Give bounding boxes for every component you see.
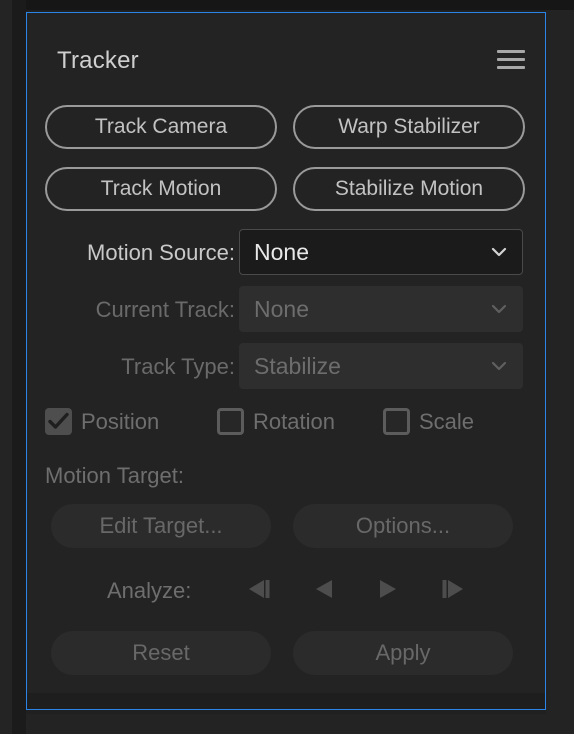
right-strip (546, 10, 574, 714)
track-camera-button[interactable]: Track Camera (45, 105, 277, 149)
checkbox-scale-label: Scale (419, 408, 475, 434)
track-type-label: Track Type: (121, 354, 235, 379)
motion-source-label: Motion Source: (87, 240, 235, 265)
play-forward-icon[interactable] (371, 574, 407, 604)
checkbox-rotation-label: Rotation (253, 408, 335, 434)
track-type-value: Stabilize (254, 352, 341, 379)
empty-checkbox-icon (383, 408, 410, 435)
track-properties-row: Position Rotation Scale (27, 408, 545, 440)
reset-button: Reset (51, 631, 271, 675)
left-gutter (12, 0, 26, 734)
motion-source-value: None (254, 238, 309, 265)
panel-header: Tracker (27, 13, 545, 91)
chevron-down-icon (490, 243, 508, 261)
panel-bottom-shade (27, 693, 545, 709)
track-type-select: Stabilize (239, 343, 523, 389)
stabilize-motion-button[interactable]: Stabilize Motion (293, 167, 525, 211)
checkbox-rotation[interactable]: Rotation (217, 408, 335, 435)
checkbox-position[interactable]: Position (45, 408, 159, 435)
top-strip (26, 0, 574, 10)
edit-target-button: Edit Target... (51, 504, 271, 548)
empty-checkbox-icon (217, 408, 244, 435)
current-track-value: None (254, 295, 309, 322)
checkbox-scale[interactable]: Scale (383, 408, 474, 435)
chevron-down-icon (490, 357, 508, 375)
analyze-label: Analyze: (107, 578, 192, 603)
chevron-down-icon (490, 300, 508, 318)
checkmark-icon (45, 408, 72, 435)
step-forward-icon[interactable] (437, 574, 473, 604)
current-track-select: None (239, 286, 523, 332)
bottom-strip (26, 714, 574, 734)
hamburger-menu-icon[interactable] (495, 47, 527, 73)
track-motion-button[interactable]: Track Motion (45, 167, 277, 211)
checkbox-position-label: Position (81, 408, 160, 434)
step-backward-icon[interactable] (239, 574, 275, 604)
current-track-label: Current Track: (95, 297, 235, 322)
apply-button: Apply (293, 631, 513, 675)
play-backward-icon[interactable] (305, 574, 341, 604)
motion-target-label: Motion Target: (45, 463, 185, 488)
warp-stabilizer-button[interactable]: Warp Stabilizer (293, 105, 525, 149)
tracker-panel: Tracker Track Camera Warp Stabilizer Tra… (26, 12, 546, 710)
options-button: Options... (293, 504, 513, 548)
left-rail (0, 0, 12, 734)
app-root: Tracker Track Camera Warp Stabilizer Tra… (0, 0, 574, 734)
motion-source-select[interactable]: None (239, 229, 523, 275)
tracker-panel-inner: Tracker Track Camera Warp Stabilizer Tra… (27, 13, 545, 709)
page-title: Tracker (57, 47, 139, 74)
